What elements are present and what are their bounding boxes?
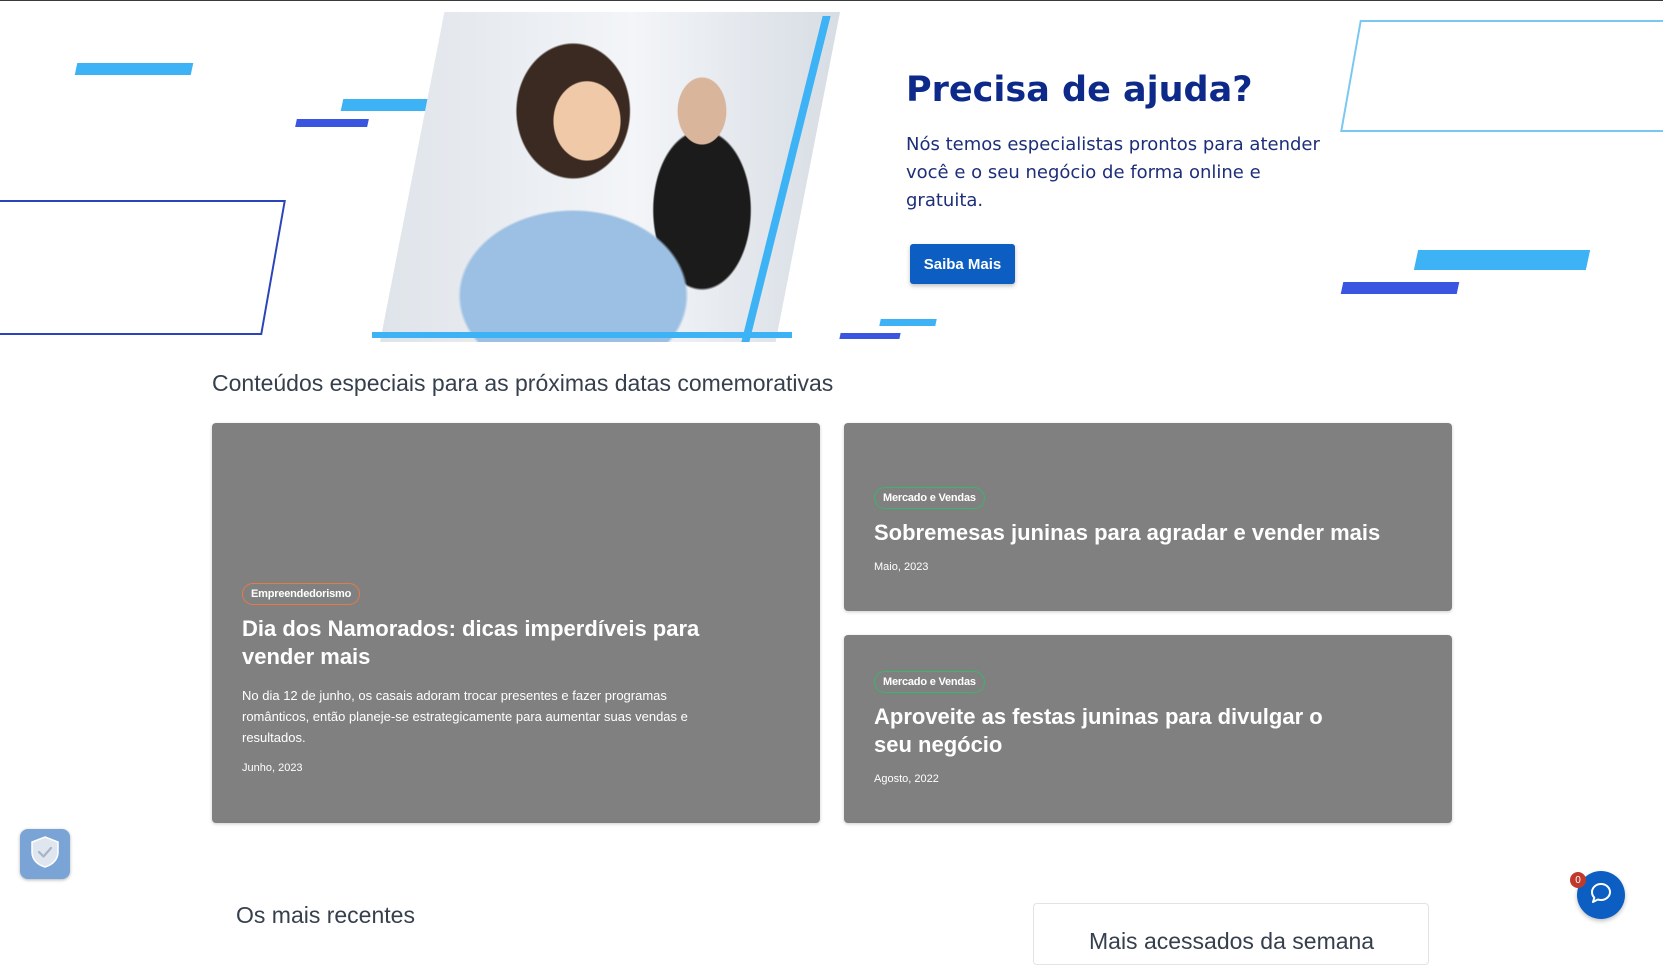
- photo-accent: [372, 332, 792, 338]
- category-badge[interactable]: Mercado e Vendas: [874, 671, 985, 693]
- card-title[interactable]: Sobremesas juninas para agradar e vender…: [874, 519, 1422, 547]
- deco-bar: [839, 333, 901, 339]
- card-date: Agosto, 2022: [874, 773, 939, 785]
- card-date: Maio, 2023: [874, 561, 929, 573]
- top-divider: [0, 0, 1663, 1]
- card-date: Junho, 2023: [242, 762, 303, 774]
- article-card[interactable]: Mercado e Vendas Sobremesas juninas para…: [844, 423, 1452, 611]
- most-accessed-panel: Mais acessados da semana: [1033, 903, 1429, 965]
- card-description: No dia 12 de junho, os casais adoram tro…: [242, 688, 688, 745]
- article-card[interactable]: Mercado e Vendas Aproveite as festas jun…: [844, 635, 1452, 823]
- section-title: Conteúdos especiais para as próximas dat…: [212, 370, 834, 396]
- privacy-settings-button[interactable]: [20, 829, 70, 879]
- deco-bar: [1413, 250, 1591, 270]
- deco-frame: [1340, 20, 1663, 132]
- article-card[interactable]: Empreendedorismo Dia dos Namorados: dica…: [212, 423, 820, 823]
- hero-photo: [380, 12, 840, 342]
- deco-bar: [1340, 282, 1460, 294]
- recent-title: Os mais recentes: [236, 902, 415, 928]
- deco-bar: [879, 319, 937, 326]
- hero-title: Precisa de ajuda?: [906, 70, 1253, 110]
- category-badge[interactable]: Empreendedorismo: [242, 583, 361, 605]
- card-title[interactable]: Dia dos Namorados: dicas imperdíveis par…: [242, 615, 712, 671]
- saiba-mais-button[interactable]: Saiba Mais: [910, 244, 1015, 284]
- hero-description: Nós temos especialistas prontos para ate…: [906, 134, 1320, 211]
- deco-bar: [295, 119, 369, 127]
- category-badge[interactable]: Mercado e Vendas: [874, 487, 985, 509]
- deco-frame: [0, 200, 286, 335]
- deco-bar: [74, 63, 194, 75]
- shield-check-icon: [29, 835, 61, 874]
- most-accessed-title: Mais acessados da semana: [1089, 928, 1375, 954]
- card-title[interactable]: Aproveite as festas juninas para divulga…: [874, 703, 1364, 759]
- chat-unread-badge: 0: [1570, 872, 1586, 888]
- chat-bubble-icon: [1589, 881, 1613, 910]
